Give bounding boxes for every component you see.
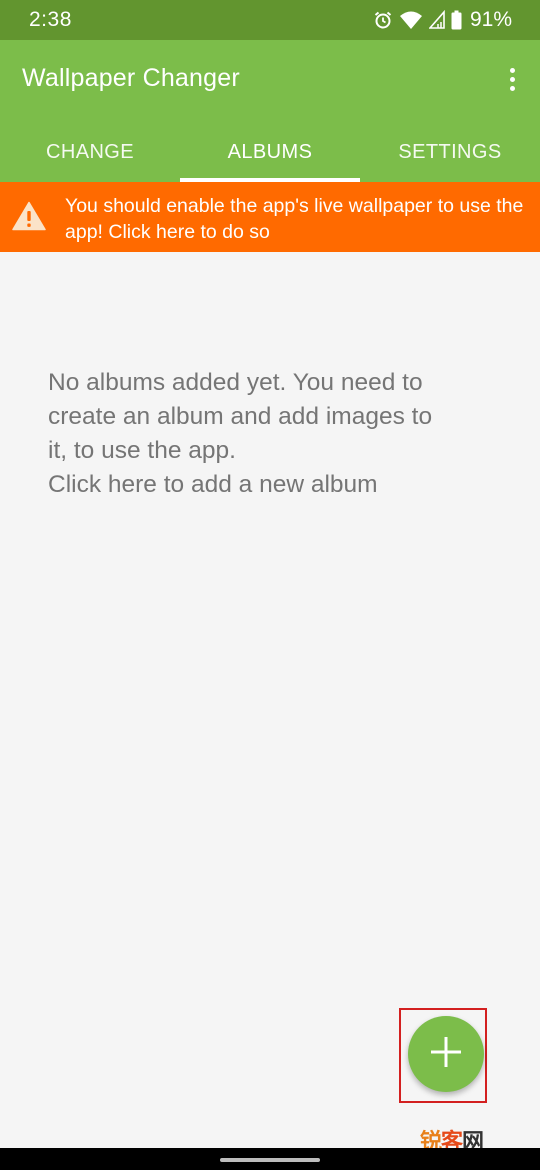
tab-settings-label: SETTINGS	[398, 140, 502, 163]
app-bar: Wallpaper Changer CHANGE ALBUMS SETTINGS	[0, 40, 540, 182]
navigation-bar	[0, 1148, 540, 1170]
app-title: Wallpaper Changer	[22, 64, 240, 92]
battery-percent: 91%	[469, 8, 512, 31]
signal-icon	[428, 10, 445, 30]
add-album-link-text: Click here to add a new album	[48, 471, 378, 498]
tab-change[interactable]: CHANGE	[0, 122, 180, 182]
empty-message-line: create an album and add images to	[48, 403, 433, 430]
add-album-fab[interactable]	[408, 1016, 484, 1092]
empty-albums-message[interactable]: No albums added yet. You need to create …	[48, 366, 508, 502]
home-gesture-handle[interactable]	[220, 1158, 320, 1162]
screen: 2:38 91% Wallpaper Changer CHANGE ALBUMS…	[0, 0, 540, 1170]
warning-text: You should enable the app's live wallpap…	[65, 195, 524, 243]
empty-message-line: No albums added yet. You need to	[48, 369, 423, 396]
status-icons: 91%	[373, 7, 512, 33]
wifi-icon	[399, 10, 423, 30]
tab-albums[interactable]: ALBUMS	[180, 122, 360, 182]
tab-settings[interactable]: SETTINGS	[360, 122, 540, 182]
status-time: 2:38	[29, 8, 72, 31]
live-wallpaper-warning-banner[interactable]: You should enable the app's live wallpap…	[0, 182, 540, 252]
warning-icon	[12, 201, 46, 236]
battery-icon	[451, 10, 462, 30]
plus-icon	[428, 1034, 464, 1075]
empty-message-line: it, to use the app.	[48, 437, 236, 464]
alarm-icon	[373, 10, 393, 30]
tab-albums-label: ALBUMS	[227, 140, 313, 163]
more-vert-icon[interactable]	[502, 62, 522, 96]
tab-bar: CHANGE ALBUMS SETTINGS	[0, 122, 540, 182]
status-bar: 2:38 91%	[0, 0, 540, 40]
tab-change-label: CHANGE	[46, 140, 134, 163]
